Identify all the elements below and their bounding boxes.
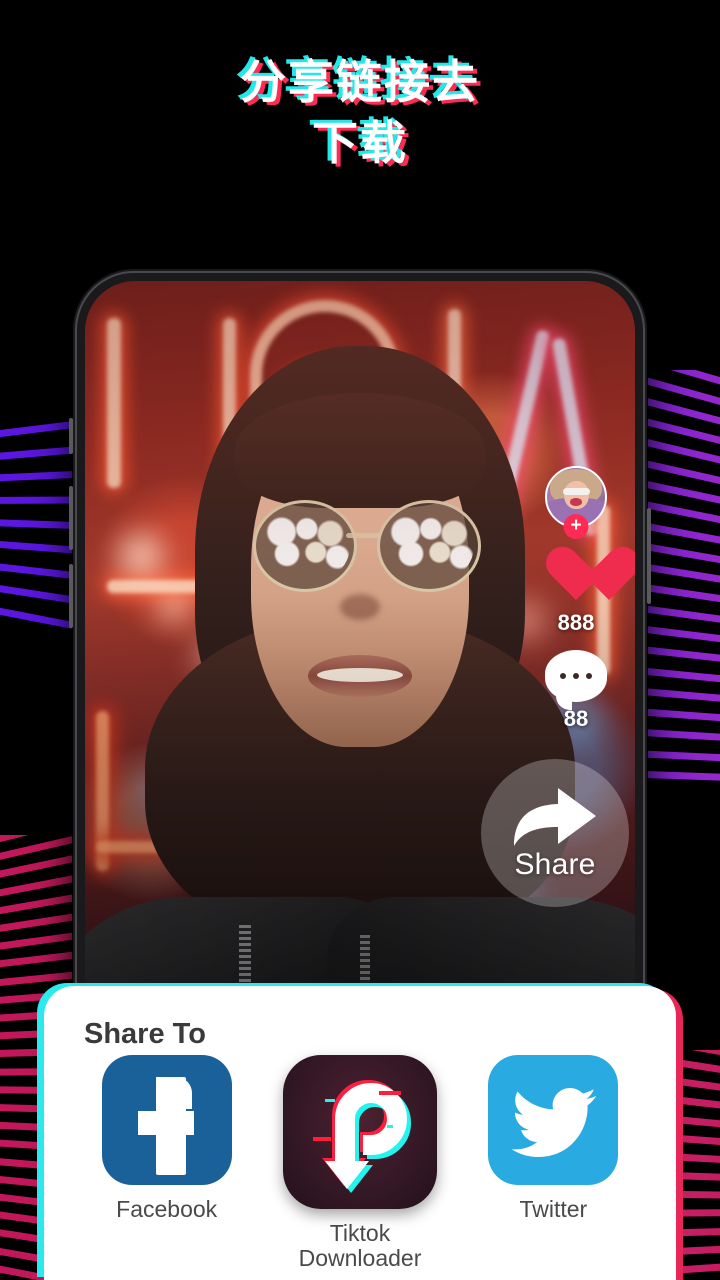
share-target-facebook[interactable]: Facebook <box>76 1055 258 1222</box>
headline-line-1: 分享链接去 <box>240 56 480 108</box>
twitter-icon <box>488 1055 619 1185</box>
tiktok-downloader-label-line2: Downloader <box>298 1245 422 1272</box>
twitter-label: Twitter <box>519 1196 588 1222</box>
phone-volume-down-button[interactable] <box>69 564 73 628</box>
comment-count: 88 <box>563 706 589 731</box>
comment-icon <box>545 650 607 710</box>
comment-button[interactable]: 88 <box>531 650 621 732</box>
avatar[interactable]: + <box>545 466 607 539</box>
tiktok-downloader-icon <box>282 1055 437 1209</box>
like-count: 888 <box>557 610 595 635</box>
phone-mute-switch[interactable] <box>69 418 73 454</box>
phone-volume-up-button[interactable] <box>69 486 73 550</box>
share-button[interactable]: Share <box>481 759 629 907</box>
app-promo-screenshot: 分享链接去 下载 + 888 88 Share Share To Faceboo… <box>0 0 720 1280</box>
follow-button[interactable]: + <box>563 514 589 539</box>
share-app-list: Facebook Tiktok Downloader Twitter <box>44 1051 676 1272</box>
promo-headline: 分享链接去 下载 <box>0 52 720 173</box>
headline-line-2: 下载 <box>312 116 408 169</box>
share-sheet-title: Share To <box>84 1018 206 1050</box>
tiktok-downloader-label: Tiktok Downloader <box>269 1220 451 1272</box>
share-button-label: Share <box>514 848 596 881</box>
facebook-icon <box>101 1055 232 1185</box>
phone-power-button[interactable] <box>647 508 651 604</box>
tiktok-downloader-label-line1: Tiktok <box>329 1220 391 1246</box>
share-target-tiktok-downloader[interactable]: Tiktok Downloader <box>269 1055 451 1272</box>
share-sheet: Share To Facebook Tiktok Downloader Twit… <box>44 986 676 1280</box>
video-action-rail: + 888 88 <box>531 466 621 746</box>
like-button[interactable]: 888 <box>531 548 621 636</box>
share-target-twitter[interactable]: Twitter <box>462 1055 644 1222</box>
share-arrow-icon <box>512 786 598 848</box>
facebook-label: Facebook <box>116 1196 218 1222</box>
heart-icon <box>544 548 608 606</box>
